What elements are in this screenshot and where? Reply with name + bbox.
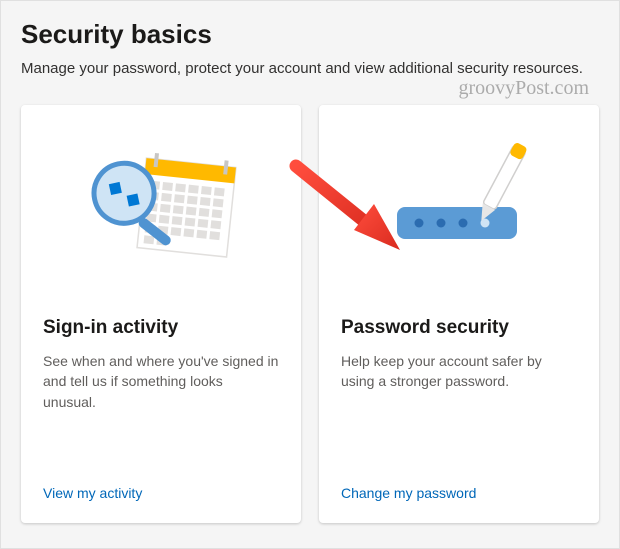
page-title: Security basics [21, 19, 599, 50]
card-password-security[interactable]: Password security Help keep your account… [319, 105, 599, 523]
signin-activity-illustration [43, 127, 279, 287]
card-signin-activity[interactable]: Sign-in activity See when and where you'… [21, 105, 301, 523]
watermark-text: groovyPost.com [458, 77, 589, 100]
card-title-signin: Sign-in activity [43, 317, 279, 339]
password-pen-icon [369, 132, 549, 282]
password-security-illustration [341, 127, 577, 287]
view-activity-link[interactable]: View my activity [43, 485, 279, 501]
card-title-password: Password security [341, 317, 577, 339]
page-subtitle: Manage your password, protect your accou… [21, 60, 599, 77]
calendar-magnifier-icon [71, 132, 251, 282]
card-desc-password: Help keep your account safer by using a … [341, 351, 577, 485]
cards-container: Sign-in activity See when and where you'… [21, 105, 599, 523]
change-password-link[interactable]: Change my password [341, 485, 577, 501]
card-desc-signin: See when and where you've signed in and … [43, 351, 279, 485]
